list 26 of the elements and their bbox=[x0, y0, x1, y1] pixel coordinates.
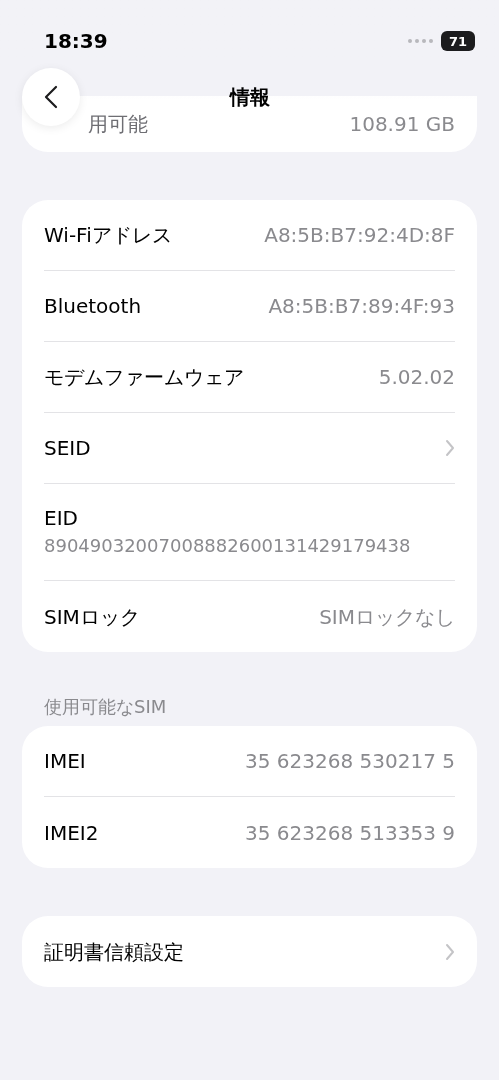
signal-icon bbox=[407, 38, 435, 44]
row-label: Wi-Fiアドレス bbox=[44, 222, 172, 249]
storage-label: 用可能 bbox=[88, 111, 148, 138]
storage-value: 108.91 GB bbox=[349, 111, 455, 138]
back-icon bbox=[44, 85, 58, 109]
chevron-icon bbox=[445, 942, 455, 961]
section-header: 使用可能なSIM bbox=[44, 694, 167, 719]
page-title: 情報 bbox=[229, 84, 270, 111]
row-label: SIMロック bbox=[44, 603, 140, 631]
row-label: IMEI2 bbox=[44, 819, 99, 847]
row-label: IMEI bbox=[44, 748, 86, 775]
row-label: モデムファームウェア bbox=[44, 364, 244, 391]
row-value: 5.02.02 bbox=[378, 364, 455, 391]
row-value: A8:5B:B7:92:4D:8F bbox=[264, 222, 455, 249]
row-value: SIMロックなし bbox=[319, 603, 455, 631]
list-row[interactable]: SEID bbox=[44, 413, 455, 484]
row-label: Bluetooth bbox=[44, 293, 142, 320]
battery-icon: 71 bbox=[441, 31, 475, 51]
row-value: 89049032007008882600131429179438 bbox=[44, 534, 412, 558]
chevron-icon bbox=[445, 439, 455, 457]
row-label: EID bbox=[44, 505, 79, 532]
list-row[interactable]: 証明書信頼設定 bbox=[44, 916, 455, 987]
status-time: 18:39 bbox=[44, 28, 108, 55]
row-value: A8:5B:B7:89:4F:93 bbox=[268, 293, 455, 320]
row-value: 35 623268 530217 5 bbox=[245, 748, 455, 775]
row-value: 35 623268 513353 9 bbox=[245, 819, 455, 847]
